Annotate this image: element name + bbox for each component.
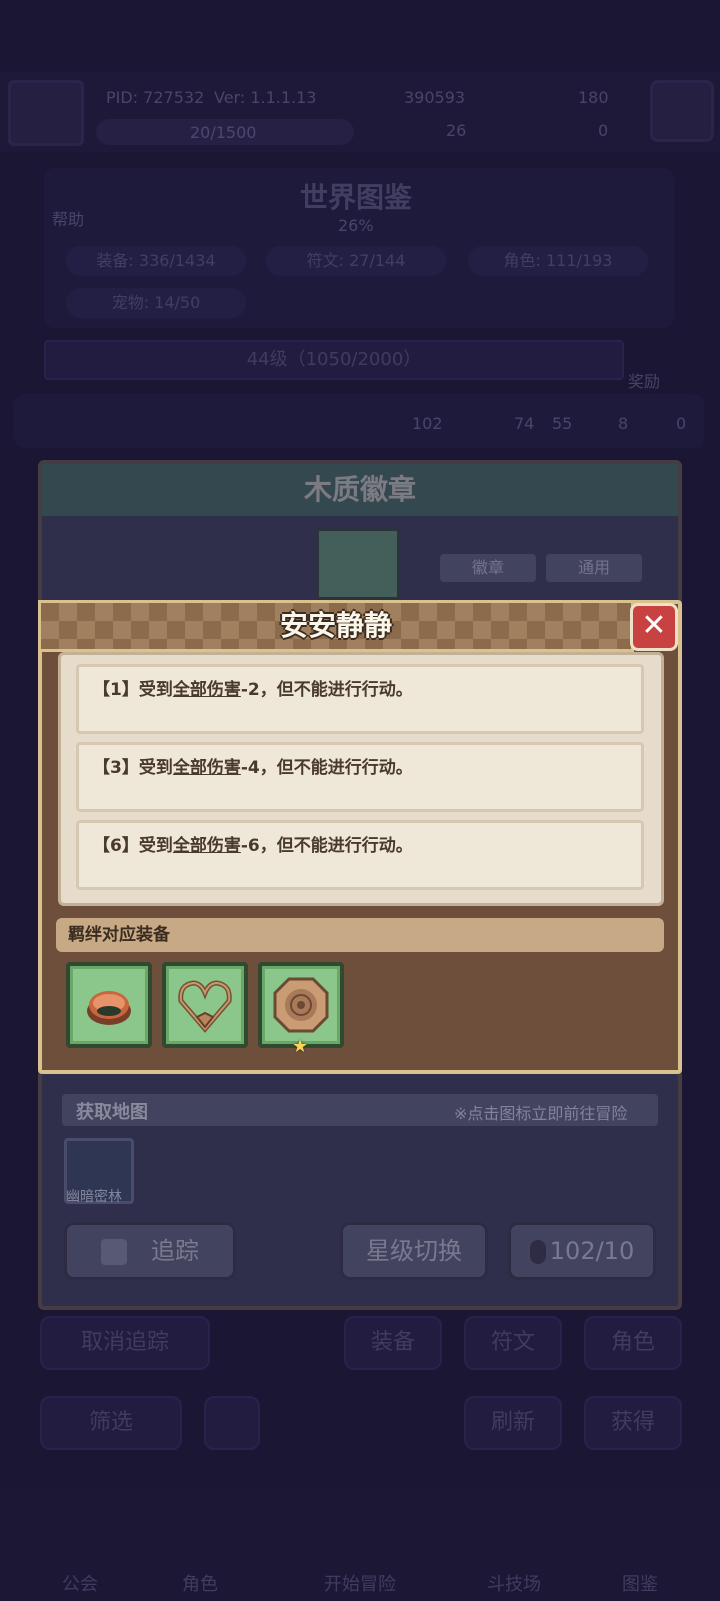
close-icon[interactable]: ✕ <box>630 603 678 651</box>
gem-icon <box>529 1240 546 1264</box>
nav-codex[interactable]: 图鉴 <box>590 1570 690 1596</box>
effect-link[interactable]: 全部伤害 <box>173 680 241 700</box>
codex-level-bar: 44级（1050/2000） <box>44 340 624 380</box>
item-title: 木质徽章 <box>42 464 678 516</box>
item-tag-badge: 徽章 <box>440 554 536 582</box>
bond-section-header: 羁绊对应装备 <box>56 918 664 952</box>
wooden-badge-icon <box>316 528 400 600</box>
tab-rune[interactable]: 符文 <box>464 1316 562 1370</box>
quality-count-bar <box>14 394 704 448</box>
effect-prefix: 【3】受到 <box>93 758 173 778</box>
equip-slot[interactable] <box>66 962 152 1048</box>
stat-pet: 宠物: 14/50 <box>66 288 246 318</box>
count-4: 8 <box>618 414 629 433</box>
effect-row: 【1】受到全部伤害-2，但不能进行行动。 <box>76 664 644 734</box>
coin-count: 390593 <box>404 88 466 107</box>
reward-button[interactable]: 奖励 <box>628 368 660 392</box>
pid-text: PID: 727532 <box>106 88 205 107</box>
star-icon: ★ <box>292 1036 309 1057</box>
wooden-badge-icon <box>273 977 329 1033</box>
avatar[interactable] <box>8 80 84 146</box>
help-button[interactable]: 帮助 <box>52 206 84 230</box>
effect-link[interactable]: 全部伤害 <box>173 758 241 778</box>
count-3: 55 <box>552 414 573 433</box>
effect-suffix: -6，但不能进行行动。 <box>240 836 413 856</box>
effect-suffix: -4，但不能进行行动。 <box>240 758 413 778</box>
item-tag-general: 通用 <box>546 554 642 582</box>
map-hint: ※点击图标立即前往冒险 <box>454 1104 628 1123</box>
gear-icon[interactable] <box>650 80 714 142</box>
map-header-label: 获取地图 <box>76 1102 148 1123</box>
tab-equipment[interactable]: 装备 <box>344 1316 442 1370</box>
effect-link[interactable]: 全部伤害 <box>173 836 241 856</box>
filter-button[interactable]: 筛选 <box>40 1396 182 1450</box>
effect-prefix: 【6】受到 <box>93 836 173 856</box>
gem-count: 180 <box>578 88 609 107</box>
nav-guild[interactable]: 公会 <box>30 1570 130 1596</box>
popup-title: 安安静静 <box>279 609 392 642</box>
map-name: 幽暗密林 <box>66 1189 122 1205</box>
codex-title: 世界图鉴 <box>300 181 413 214</box>
version-text: Ver: 1.1.1.13 <box>214 88 317 107</box>
refresh-button[interactable]: 刷新 <box>464 1396 562 1450</box>
clover-count: 26 <box>446 121 467 140</box>
obtain-button[interactable]: 获得 <box>584 1396 682 1450</box>
equip-slot[interactable] <box>162 962 248 1048</box>
stat-equipment: 装备: 336/1434 <box>66 246 246 276</box>
stat-role: 角色: 111/193 <box>468 246 648 276</box>
count-2: 74 <box>514 414 535 433</box>
key-count: 0 <box>598 121 609 140</box>
cost-value: 102/10 <box>549 1237 635 1265</box>
nav-start-adventure[interactable]: 开始冒险 <box>310 1570 410 1596</box>
star-switch-button[interactable]: 星级切换 <box>340 1222 488 1280</box>
nav-role[interactable]: 角色 <box>150 1570 250 1596</box>
effect-prefix: 【1】受到 <box>93 680 173 700</box>
count-5: 0 <box>676 414 687 433</box>
effect-row: 【6】受到全部伤害-6，但不能进行行动。 <box>76 820 644 890</box>
ring-icon <box>87 991 131 1025</box>
sort-icon[interactable] <box>204 1396 260 1450</box>
exp-text: 20/1500 <box>190 123 257 142</box>
cost-button[interactable]: 102/10 <box>508 1222 656 1280</box>
stat-rune: 符文: 27/144 <box>266 246 446 276</box>
codex-percent: 26% <box>338 216 374 235</box>
effect-row: 【3】受到全部伤害-4，但不能进行行动。 <box>76 742 644 812</box>
effect-suffix: -2，但不能进行行动。 <box>240 680 413 700</box>
track-label: 追踪 <box>151 1237 199 1265</box>
untrack-button[interactable]: 取消追踪 <box>40 1316 210 1370</box>
tab-role[interactable]: 角色 <box>584 1316 682 1370</box>
thumb-up-icon <box>101 1239 127 1265</box>
nav-arena[interactable]: 斗技场 <box>464 1570 564 1596</box>
heart-necklace-icon <box>178 980 232 1033</box>
track-button[interactable]: 追踪 <box>64 1222 236 1280</box>
count-1: 102 <box>412 414 443 433</box>
